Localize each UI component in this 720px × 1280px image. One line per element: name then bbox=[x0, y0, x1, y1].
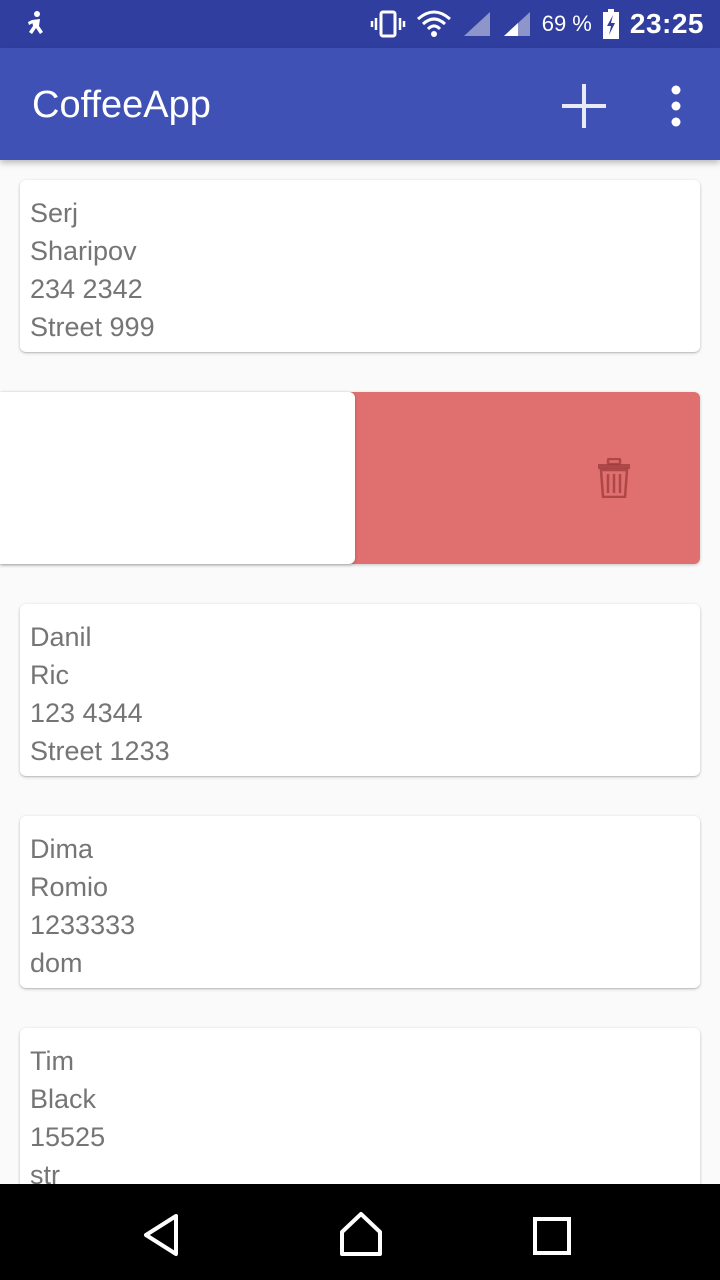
app-bar: CoffeeApp bbox=[0, 48, 720, 160]
address: Street 1233 bbox=[30, 736, 170, 766]
first-name: Danil bbox=[30, 622, 92, 652]
address: str bbox=[30, 1160, 60, 1184]
home-icon[interactable] bbox=[338, 1210, 384, 1256]
contact-card[interactable]: Danil Ric 123 4344 Street 1233 bbox=[20, 604, 700, 776]
last-name: Sharipov bbox=[30, 236, 137, 266]
signal-icon bbox=[463, 12, 490, 36]
navigation-bar bbox=[0, 1184, 720, 1280]
contact-card[interactable]: Tim Black 15525 str bbox=[20, 1028, 700, 1184]
contact-card[interactable]: Serj Sharipov 234 2342 Street 999 bbox=[20, 180, 700, 352]
wifi-icon bbox=[416, 10, 451, 37]
status-bar: 69 % 23:25 bbox=[0, 0, 720, 48]
last-name: Romio bbox=[30, 872, 109, 902]
first-name: Serj bbox=[30, 198, 79, 228]
last-name: Black bbox=[30, 1084, 97, 1114]
phone: 1233333 bbox=[30, 910, 136, 940]
back-icon[interactable] bbox=[138, 1212, 184, 1258]
app-title: CoffeeApp bbox=[32, 84, 211, 126]
add-icon[interactable] bbox=[556, 78, 612, 134]
battery-percent: 69 % bbox=[541, 11, 592, 36]
phone: 123 4344 bbox=[30, 698, 143, 728]
clock: 23:25 bbox=[629, 8, 704, 39]
first-name: Dima bbox=[30, 834, 94, 864]
signal-icon bbox=[503, 12, 530, 36]
battery-charging-icon bbox=[602, 9, 619, 39]
address: Street 999 bbox=[30, 312, 155, 342]
more-vert-icon[interactable] bbox=[656, 78, 696, 134]
notification-icon bbox=[28, 11, 43, 34]
recents-icon[interactable] bbox=[532, 1216, 572, 1256]
contact-list[interactable]: Serj Sharipov 234 2342 Street 999 Danil … bbox=[0, 160, 720, 1184]
vibrate-icon bbox=[370, 10, 405, 38]
first-name: Tim bbox=[30, 1046, 74, 1076]
phone: 15525 bbox=[30, 1122, 106, 1152]
trash-icon[interactable] bbox=[596, 458, 632, 498]
phone: 234 2342 bbox=[30, 274, 143, 304]
swiped-contact-card[interactable] bbox=[0, 392, 355, 564]
last-name: Ric bbox=[30, 660, 69, 690]
address: dom bbox=[30, 948, 83, 978]
contact-card[interactable]: Dima Romio 1233333 dom bbox=[20, 816, 700, 988]
